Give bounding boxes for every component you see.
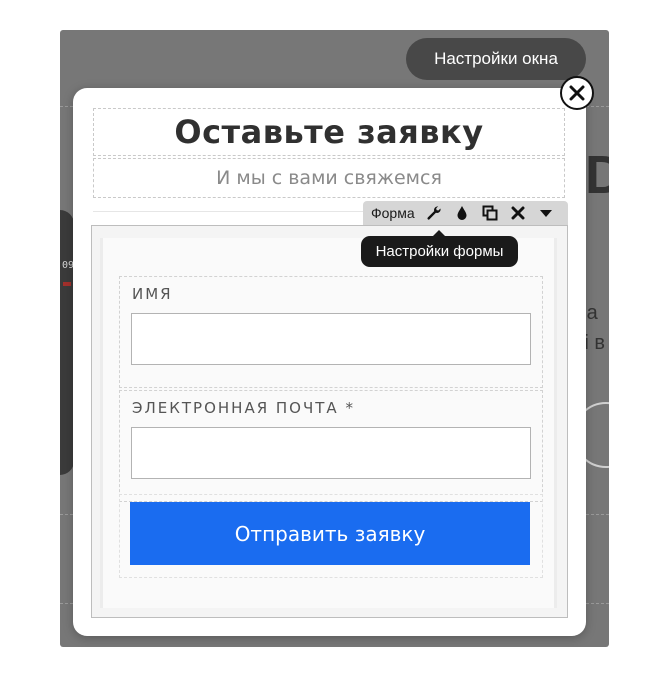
modal-title-block[interactable]: Оставьте заявку <box>93 108 565 156</box>
wrench-icon[interactable] <box>423 201 445 225</box>
form-toolbar-label: Форма <box>371 205 415 221</box>
dropdown-arrow-icon[interactable] <box>535 201 557 225</box>
duplicate-icon[interactable] <box>479 201 501 225</box>
name-input[interactable] <box>131 313 531 365</box>
email-input[interactable] <box>131 427 531 479</box>
form-toolbar: Форма <box>363 201 568 225</box>
form-body: ИМЯ ЭЛЕКТРОННАЯ ПОЧТА * Отправить заявку <box>100 238 557 608</box>
modal-title: Оставьте заявку <box>174 113 484 151</box>
form-container: ИМЯ ЭЛЕКТРОННАЯ ПОЧТА * Отправить заявку <box>91 225 568 618</box>
request-modal: Оставьте заявку И мы с вами свяжемся Фор… <box>73 88 586 636</box>
modal-subtitle-block[interactable]: И мы с вами свяжемся <box>93 158 565 198</box>
delete-icon[interactable] <box>507 201 529 225</box>
form-settings-tooltip: Настройки формы <box>361 230 518 267</box>
modal-subtitle: И мы с вами свяжемся <box>216 167 442 189</box>
submit-button[interactable]: Отправить заявку <box>130 502 530 565</box>
close-modal-button[interactable] <box>560 76 594 110</box>
background-heading-fragment: D <box>585 148 609 202</box>
close-icon <box>569 85 585 101</box>
window-settings-button[interactable]: Настройки окна <box>406 38 586 80</box>
background-device-accent <box>63 282 71 286</box>
email-field-label: ЭЛЕКТРОННАЯ ПОЧТА * <box>132 399 355 417</box>
name-field-label: ИМЯ <box>132 285 173 303</box>
drop-icon[interactable] <box>451 201 473 225</box>
email-field-block: ЭЛЕКТРОННАЯ ПОЧТА * <box>119 390 543 502</box>
name-field-block: ИМЯ <box>119 276 543 388</box>
background-device-image <box>60 210 74 475</box>
